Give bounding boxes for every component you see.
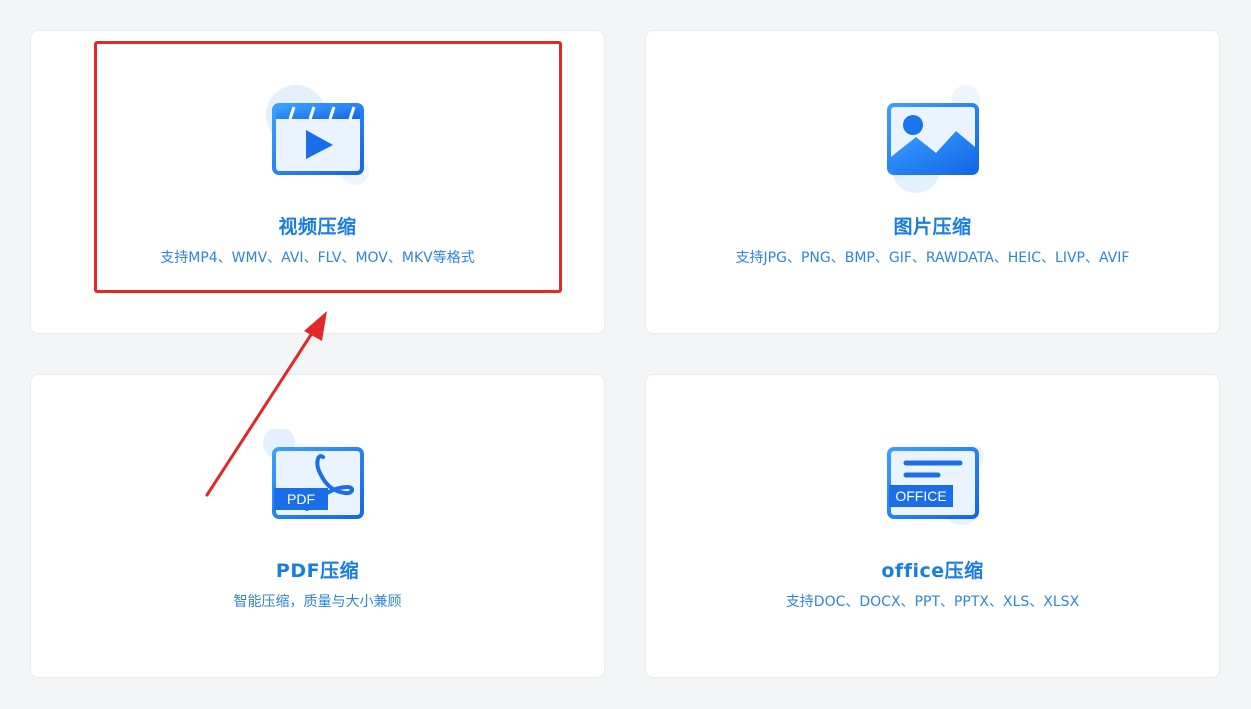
office-compress-card[interactable]: OFFICE office压缩 支持DOC、DOCX、PPT、PPTX、XLS、… — [645, 374, 1220, 678]
card-title: office压缩 — [881, 560, 984, 582]
office-icon: OFFICE — [876, 429, 986, 539]
pdf-icon-label: PDF — [287, 491, 315, 507]
card-title: PDF压缩 — [275, 560, 360, 582]
card-description: 支持MP4、WMV、AVI、FLV、MOV、MKV等格式 — [160, 250, 475, 266]
pdf-compress-card[interactable]: PDF PDF压缩 智能压缩，质量与大小兼顾 — [30, 374, 605, 678]
card-title: 视频压缩 — [278, 216, 357, 238]
pdf-icon: PDF — [261, 429, 371, 539]
card-title: 图片压缩 — [893, 216, 972, 238]
video-icon — [261, 85, 371, 195]
card-description: 智能压缩，质量与大小兼顾 — [233, 594, 402, 610]
card-description: 支持DOC、DOCX、PPT、PPTX、XLS、XLSX — [785, 594, 1080, 610]
image-icon — [876, 85, 986, 195]
video-compress-card[interactable]: 视频压缩 支持MP4、WMV、AVI、FLV、MOV、MKV等格式 — [30, 30, 605, 334]
office-icon-label: OFFICE — [895, 488, 946, 504]
image-compress-card[interactable]: 图片压缩 支持JPG、PNG、BMP、GIF、RAWDATA、HEIC、LIVP… — [645, 30, 1220, 334]
card-description: 支持JPG、PNG、BMP、GIF、RAWDATA、HEIC、LIVP、AVIF — [735, 250, 1130, 266]
